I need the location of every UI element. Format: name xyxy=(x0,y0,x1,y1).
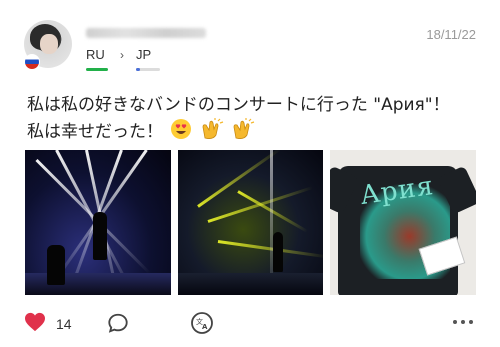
comment-bubble-icon xyxy=(107,313,129,338)
dot xyxy=(461,320,465,324)
heart-eyes-emoji-icon xyxy=(170,118,192,148)
dot xyxy=(453,320,457,324)
username[interactable]: username xyxy=(86,28,206,38)
native-language-bar xyxy=(86,68,108,71)
learning-language-label: JP xyxy=(136,47,152,62)
band-tshirt: Ария xyxy=(338,166,458,295)
post-actions: 14 文 A xyxy=(0,308,500,338)
learning-language: JP xyxy=(136,47,160,71)
band-tshirt-photo[interactable]: Ария xyxy=(330,150,476,295)
translate-icon: 文 A xyxy=(190,312,214,339)
clapping-hands-emoji-icon xyxy=(200,118,224,148)
heart-icon xyxy=(24,312,46,336)
more-dots-icon[interactable] xyxy=(453,320,473,324)
clapping-hands-emoji-icon xyxy=(231,118,255,148)
post-text-line-2: 私は幸せだった！ xyxy=(27,122,163,142)
singer-silhouette xyxy=(93,212,107,260)
post-date: 18/11/22 xyxy=(426,27,476,42)
post-text[interactable]: 私は私の好きなバンドのコンサートに行った "Ария"！ 私は幸せだった！ xyxy=(27,92,487,148)
like-count: 14 xyxy=(56,316,72,332)
native-language-label: RU xyxy=(86,47,105,62)
translate-button[interactable]: 文 A xyxy=(190,311,214,339)
stage xyxy=(178,273,323,295)
like-button[interactable]: 14 xyxy=(24,312,72,336)
user-avatar[interactable] xyxy=(24,20,74,70)
post-text-line-2-wrap: 私は幸せだった！ xyxy=(27,118,487,148)
learning-language-bar xyxy=(136,68,160,71)
singer-silhouette xyxy=(273,232,283,272)
russia-flag-icon xyxy=(24,54,40,70)
dot xyxy=(469,320,473,324)
concert-photo-1[interactable] xyxy=(25,150,171,295)
language-indicator: RU › JP xyxy=(86,47,160,71)
chevron-right-icon: › xyxy=(120,48,124,62)
comment-button[interactable] xyxy=(107,312,129,338)
concert-photo-2[interactable] xyxy=(178,150,323,295)
svg-text:A: A xyxy=(202,323,208,331)
native-language: RU xyxy=(86,47,108,71)
post-text-line-1: 私は私の好きなバンドのコンサートに行った "Ария"！ xyxy=(27,95,450,115)
musician-silhouette xyxy=(47,245,65,285)
